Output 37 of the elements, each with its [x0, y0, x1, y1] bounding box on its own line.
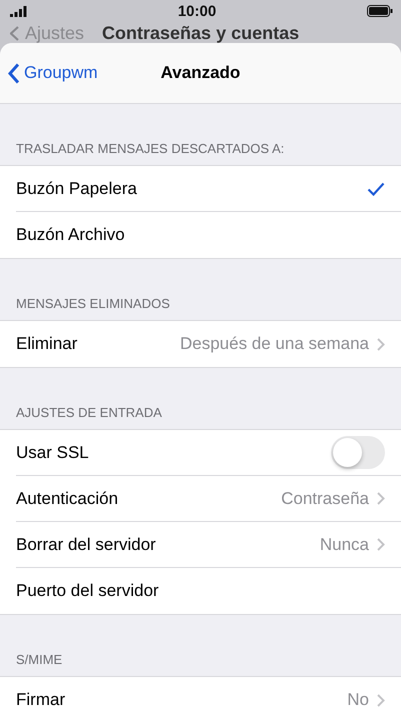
settings-row[interactable]: Buzón Archivo	[16, 212, 401, 258]
settings-row[interactable]: Puerto del servidor	[16, 568, 401, 614]
back-button[interactable]: Groupwm	[0, 62, 104, 84]
row-label: Buzón Archivo	[16, 225, 126, 245]
row-value: No	[347, 690, 369, 710]
row-label: Borrar del servidor	[16, 534, 157, 554]
settings-row[interactable]: Eliminar Después de una semana	[16, 321, 401, 367]
section-header: AJUSTES DE ENTRADA	[16, 405, 162, 420]
section-header: S/MIME	[16, 652, 62, 667]
settings-row[interactable]: Borrar del servidor Nunca	[16, 522, 401, 568]
settings-row[interactable]: Buzón Papelera	[16, 166, 401, 212]
row-label: Usar SSL	[16, 442, 90, 462]
chevron-icon	[377, 492, 385, 505]
signal-icon	[10, 6, 27, 16]
settings-row[interactable]: Autenticación Contraseña	[16, 476, 401, 522]
row-value: Nunca	[320, 534, 369, 554]
chevron-icon	[377, 694, 385, 706]
chevron-icon	[377, 538, 385, 551]
row-label: Eliminar	[16, 334, 78, 354]
row-value: Contraseña	[281, 488, 369, 508]
settings-row[interactable]: Firmar No	[16, 677, 401, 713]
row-value: Después de una semana	[180, 334, 369, 354]
section-header: TRASLADAR MENSAJES DESCARTADOS A:	[16, 141, 284, 156]
chevron-icon	[377, 338, 385, 350]
background-title: Contraseñas y cuentas	[102, 24, 300, 42]
back-chevron-icon	[10, 26, 19, 40]
status-time: 10:00	[178, 2, 216, 20]
row-label: Firmar	[16, 690, 66, 710]
toggle-switch[interactable]	[331, 436, 385, 469]
row-label: Buzón Papelera	[16, 178, 138, 198]
settings-row[interactable]: Usar SSL	[16, 430, 401, 476]
back-chevron-icon	[8, 62, 20, 84]
row-label: Puerto del servidor	[16, 581, 160, 601]
battery-icon	[367, 5, 393, 17]
section-header: MENSAJES ELIMINADOS	[16, 296, 170, 311]
row-label: Autenticación	[16, 488, 120, 508]
screen-title: Avanzado	[160, 63, 240, 82]
